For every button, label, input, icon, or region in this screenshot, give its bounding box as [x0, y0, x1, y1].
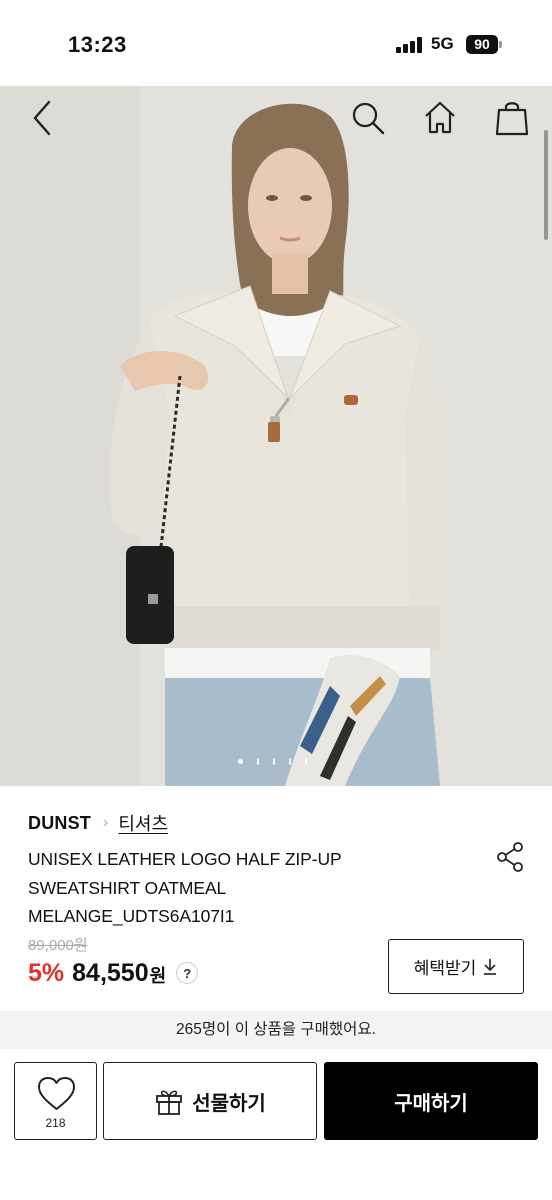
chevron-left-icon	[33, 100, 51, 136]
purchase-count-notice: 265명이 이 상품을 구매했어요.	[0, 1011, 552, 1049]
search-icon	[352, 102, 385, 135]
product-photo	[0, 86, 552, 786]
share-button[interactable]	[494, 840, 528, 874]
page-dot[interactable]	[305, 757, 307, 765]
search-button[interactable]	[348, 98, 388, 138]
page-dot-active[interactable]	[238, 758, 243, 764]
like-count: 218	[45, 1116, 66, 1130]
gallery-pagination[interactable]	[238, 757, 307, 765]
benefit-label: 혜택받기	[413, 959, 477, 978]
signal-icon	[396, 37, 424, 53]
breadcrumb: DUNST › 티셔츠	[28, 810, 168, 836]
gift-button[interactable]: 선물하기	[103, 1062, 317, 1140]
buy-label: 구매하기	[394, 1092, 468, 1115]
network-type: 5G	[431, 34, 454, 53]
share-icon	[497, 842, 523, 872]
product-title: UNISEX LEATHER LOGO HALF ZIP-UP SWEATSHI…	[28, 849, 342, 926]
status-bar: 13:23 5G 90	[0, 0, 552, 86]
shopping-bag-icon	[495, 102, 529, 136]
status-time: 13:23	[68, 32, 127, 57]
get-benefit-button[interactable]: 혜택받기	[388, 939, 524, 994]
download-arrow-icon	[484, 958, 497, 975]
back-button[interactable]	[22, 98, 62, 138]
price-row: 5% 84,550 원 ?	[28, 958, 199, 988]
buy-button[interactable]: 구매하기	[324, 1062, 538, 1140]
scrollbar[interactable]	[544, 130, 548, 240]
home-icon	[425, 101, 455, 134]
page-dot[interactable]	[289, 757, 291, 765]
battery-icon: 90	[466, 35, 498, 54]
chevron-right-icon: ›	[103, 814, 109, 831]
sale-price: 84,550	[72, 958, 149, 987]
discount-rate: 5%	[28, 958, 65, 987]
bottom-action-bar: 218 선물하기 구매하기	[0, 1049, 552, 1200]
category-link[interactable]: 티셔츠	[118, 810, 168, 836]
page-dot[interactable]	[273, 757, 275, 765]
original-price: 89,000원	[28, 937, 88, 954]
like-button[interactable]: 218	[14, 1062, 97, 1140]
question-icon[interactable]: ?	[176, 962, 199, 984]
home-button[interactable]	[420, 98, 460, 138]
battery-tip	[499, 41, 502, 48]
cart-button[interactable]	[492, 98, 532, 138]
currency-unit: 원	[149, 966, 167, 986]
page-dot[interactable]	[257, 757, 259, 765]
product-image-gallery[interactable]	[0, 86, 552, 786]
heart-icon	[38, 1077, 75, 1110]
brand-link[interactable]: DUNST	[28, 813, 91, 834]
gift-label: 선물하기	[192, 1092, 266, 1115]
gift-icon	[156, 1090, 183, 1115]
